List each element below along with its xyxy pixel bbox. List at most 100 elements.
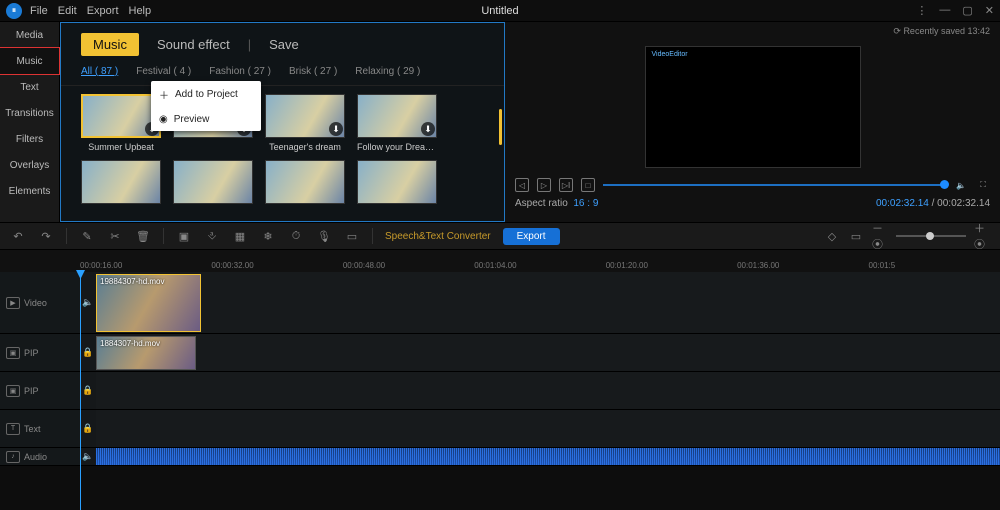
- music-track[interactable]: [357, 160, 437, 218]
- duration-button[interactable]: ⏱: [288, 228, 304, 244]
- track-label: Text: [24, 424, 41, 434]
- nav-media[interactable]: Media: [0, 22, 59, 48]
- redo-button[interactable]: ↷: [38, 228, 54, 244]
- pip-clip[interactable]: 1884307-hd.mov: [96, 336, 196, 370]
- track-name: [173, 142, 253, 152]
- zoom-out-button[interactable]: －⦿: [872, 228, 888, 244]
- video-clip[interactable]: 19884307-hd.mov: [96, 274, 201, 332]
- fullscreen-button[interactable]: ⛶: [976, 178, 990, 192]
- track-name: Follow your Dreams: [357, 142, 437, 152]
- scrollbar[interactable]: [499, 109, 502, 145]
- close-icon[interactable]: ✕: [985, 4, 994, 17]
- lock-icon[interactable]: 🔒: [82, 423, 93, 434]
- music-track[interactable]: ⬇ Follow your Dreams: [357, 94, 437, 152]
- context-label: Add to Project: [175, 89, 238, 100]
- download-icon[interactable]: ⬇: [421, 122, 435, 136]
- track-pip-2: ▣ PIP 🔒: [0, 372, 1000, 410]
- track-label: PIP: [24, 386, 39, 396]
- crop-button[interactable]: ▣: [176, 228, 192, 244]
- track-pip-1: ▣PIP 🔒 1884307-hd.mov: [0, 334, 1000, 372]
- maximize-icon[interactable]: ▢: [962, 4, 972, 17]
- speaker-icon[interactable]: 🔈: [82, 297, 93, 308]
- music-track[interactable]: ⬇Summer Upbeat: [81, 94, 161, 152]
- track-thumbnail: [357, 160, 437, 204]
- timeline-tracks: ▶Video 🔈 19884307-hd.mov ▣PIP 🔒 1884307-…: [0, 272, 1000, 466]
- next-frame-button[interactable]: ▷I: [559, 178, 573, 192]
- tab-save[interactable]: Save: [269, 37, 299, 52]
- marker-button[interactable]: ◇: [824, 228, 840, 244]
- cut-button[interactable]: ✂: [107, 228, 123, 244]
- snapshot-button[interactable]: ▭: [344, 228, 360, 244]
- nav-overlays[interactable]: Overlays: [0, 152, 59, 178]
- nav-transitions[interactable]: Transitions: [0, 100, 59, 126]
- play-button[interactable]: ▷: [537, 178, 551, 192]
- ruler-mark: 00:00:32.00: [211, 261, 342, 270]
- pip-icon: ▣: [6, 385, 20, 397]
- track-name: [357, 208, 437, 218]
- preview-slider[interactable]: [603, 184, 946, 186]
- stop-button[interactable]: □: [581, 178, 595, 192]
- context-preview[interactable]: ◉ Preview: [151, 108, 261, 131]
- music-track[interactable]: [173, 160, 253, 218]
- fit-button[interactable]: ▭: [848, 228, 864, 244]
- export-button[interactable]: Export: [503, 228, 560, 245]
- tab-sound-effect[interactable]: Sound effect: [157, 37, 230, 52]
- voiceover-button[interactable]: 🎙: [316, 228, 332, 244]
- music-track[interactable]: [81, 160, 161, 218]
- context-label: Preview: [174, 114, 210, 125]
- mute-button[interactable]: 🔈: [954, 178, 968, 192]
- nav-elements[interactable]: Elements: [0, 178, 59, 204]
- lock-icon[interactable]: 🔒: [82, 385, 93, 396]
- menu-file[interactable]: File: [30, 5, 48, 17]
- playhead[interactable]: [80, 272, 81, 510]
- speech-text-converter[interactable]: Speech&Text Converter: [385, 231, 491, 242]
- pip-icon: ▣: [6, 347, 20, 359]
- track-text: T Text 🔒: [0, 410, 1000, 448]
- menubar: ⏸ File Edit Export Help Untitled ⋮ — ▢ ✕: [0, 0, 1000, 22]
- delete-button[interactable]: 🗑: [135, 228, 151, 244]
- nav-filters[interactable]: Filters: [0, 126, 59, 152]
- music-track[interactable]: [265, 160, 345, 218]
- nav-music[interactable]: Music: [0, 48, 59, 74]
- watermark: VideoEditor: [652, 51, 688, 58]
- category-all[interactable]: All ( 87 ): [81, 66, 118, 77]
- category-relaxing[interactable]: Relaxing ( 29 ): [355, 66, 420, 77]
- category-festival[interactable]: Festival ( 4 ): [136, 66, 191, 77]
- nav-text[interactable]: Text: [0, 74, 59, 100]
- undo-button[interactable]: ↶: [10, 228, 26, 244]
- ruler-mark: 00:00:16.00: [80, 261, 211, 270]
- speaker-icon[interactable]: 🔈: [82, 451, 93, 462]
- edit-button[interactable]: ✎: [79, 228, 95, 244]
- split-button[interactable]: ⎀: [204, 228, 220, 244]
- track-name: Summer Upbeat: [81, 142, 161, 152]
- category-brisk[interactable]: Brisk ( 27 ): [289, 66, 337, 77]
- mosaic-button[interactable]: ▦: [232, 228, 248, 244]
- freeze-button[interactable]: ❄: [260, 228, 276, 244]
- audio-icon: ♪: [6, 451, 20, 463]
- track-thumbnail: [265, 160, 345, 204]
- category-fashion[interactable]: Fashion ( 27 ): [209, 66, 271, 77]
- audio-clip[interactable]: [96, 448, 1000, 465]
- download-icon[interactable]: ⬇: [329, 122, 343, 136]
- zoom-in-button[interactable]: ＋⦿: [974, 228, 990, 244]
- ruler-mark: 00:01:5: [869, 261, 1000, 270]
- lock-icon[interactable]: 🔒: [82, 347, 93, 358]
- tab-music[interactable]: Music: [81, 33, 139, 56]
- more-icon[interactable]: ⋮: [916, 4, 927, 17]
- menu-edit[interactable]: Edit: [58, 5, 77, 17]
- music-track[interactable]: ⬇Teenager's dream: [265, 94, 345, 152]
- track-name: [81, 208, 161, 218]
- left-nav: Media Music Text Transitions Filters Ove…: [0, 22, 60, 222]
- text-icon: T: [6, 423, 20, 435]
- track-audio: ♪Audio 🔈: [0, 448, 1000, 466]
- zoom-slider[interactable]: [896, 235, 966, 237]
- music-categories: All ( 87 ) Festival ( 4 ) Fashion ( 27 ) Br…: [61, 62, 504, 86]
- ruler-mark: 00:01:36.00: [737, 261, 868, 270]
- ruler-mark: 00:00:48.00: [343, 261, 474, 270]
- prev-frame-button[interactable]: ◁: [515, 178, 529, 192]
- context-add-to-project[interactable]: ＋ Add to Project: [151, 81, 261, 108]
- clip-label: 19884307-hd.mov: [100, 277, 165, 286]
- menu-help[interactable]: Help: [129, 5, 152, 17]
- minimize-icon[interactable]: —: [939, 4, 950, 17]
- menu-export[interactable]: Export: [87, 5, 119, 17]
